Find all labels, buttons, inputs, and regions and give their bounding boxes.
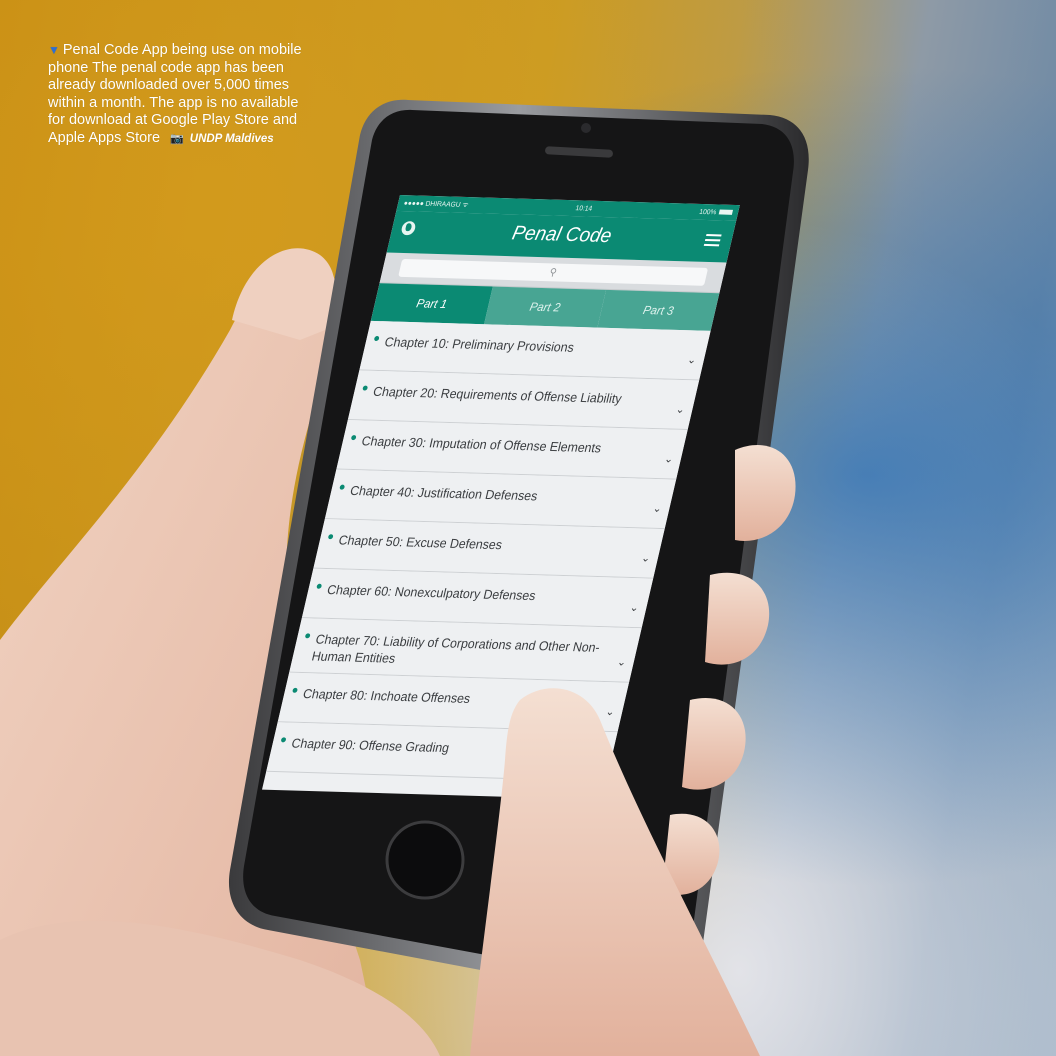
chapter-label: Chapter 30: Imputation of Offense Elemen… [360, 433, 603, 456]
chapter-label: Chapter 90: Offense Grading [290, 735, 451, 756]
battery-label: 100% [698, 208, 718, 216]
bullet-icon [327, 534, 334, 540]
photo-credit: UNDP Maldives [189, 132, 274, 145]
chapter-label: Chapter 80: Inchoate Offenses [301, 686, 472, 706]
app-title: Penal Code [510, 222, 614, 248]
bullet-icon [350, 435, 357, 441]
chapter-label: Chapter 60: Nonexculpatory Defenses [325, 582, 538, 604]
battery-icon [718, 209, 733, 215]
clock-label: 10:14 [574, 204, 593, 213]
chapter-item[interactable]: Chapter 70: Liability of Corporations an… [289, 618, 642, 683]
chevron-down-icon[interactable]: ⌄ [685, 352, 698, 369]
bullet-icon [339, 484, 346, 490]
tab-part-1[interactable]: Part 1 [370, 283, 493, 325]
carrier-label: ●●●●● DHIRAAGU ᯤ [403, 199, 470, 209]
chapter-label: Chapter 10: Preliminary Provisions [383, 334, 576, 355]
chapter-label: Chapter 70: Liability of Corporations an… [310, 631, 602, 666]
camera-icon: 📷 [170, 132, 184, 145]
search-input[interactable]: ⚲ [398, 258, 709, 286]
bullet-icon [280, 737, 287, 743]
bullet-icon [373, 335, 380, 342]
chapter-label: Chapter 50: Excuse Defenses [337, 532, 504, 553]
menu-icon[interactable] [703, 234, 722, 247]
chevron-down-icon[interactable]: ⌄ [651, 501, 664, 518]
bullet-icon [362, 385, 369, 391]
chapter-item[interactable]: Chapter 90: Offense Grading ⌄ [266, 722, 618, 782]
bullet-icon [316, 583, 323, 589]
chevron-down-icon[interactable]: ⌄ [662, 451, 675, 468]
chevron-down-icon[interactable]: ⌄ [639, 550, 652, 567]
chevron-down-icon[interactable]: ⌄ [628, 600, 641, 617]
search-icon: ⚲ [548, 266, 558, 278]
photo-scene: ●●●●● DHIRAAGU ᯤ 10:14 100% Penal Code ⚲… [0, 0, 1056, 1056]
chevron-down-icon[interactable]: ⌄ [604, 704, 617, 721]
chapter-label: Chapter 40: Justification Defenses [348, 482, 540, 504]
tab-part-3[interactable]: Part 3 [597, 289, 720, 331]
chevron-down-icon[interactable]: ⌄ [592, 754, 605, 771]
chevron-down-icon[interactable]: ⌄ [615, 655, 628, 672]
battery-indicator: 100% [699, 208, 734, 216]
chevron-down-icon[interactable]: ⌄ [674, 402, 687, 419]
bullet-icon [292, 687, 298, 693]
chapter-label: Chapter 20: Requirements of Offense Liab… [371, 383, 624, 407]
tab-part-2[interactable]: Part 2 [484, 286, 607, 328]
photo-caption: ▼ Penal Code App being use on mobile phon… [48, 42, 316, 148]
caption-marker-icon: ▼ [48, 43, 60, 57]
bullet-icon [304, 633, 311, 639]
caption-text: Penal Code App being use on mobile phone… [48, 42, 302, 146]
